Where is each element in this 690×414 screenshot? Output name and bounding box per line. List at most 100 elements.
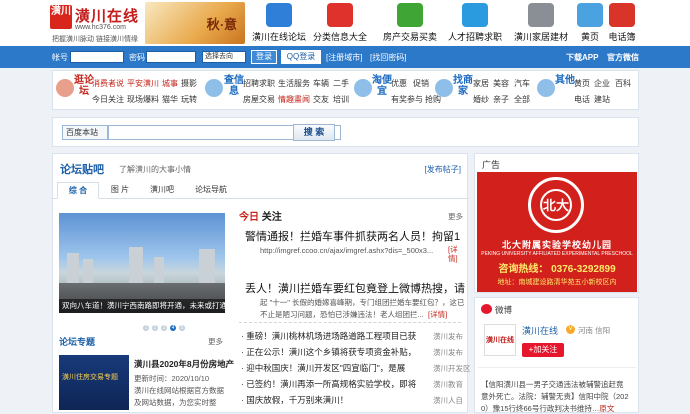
building-shape — [83, 259, 93, 283]
nav-link[interactable]: 今日关注 — [92, 94, 124, 105]
nav-link[interactable]: 情趣畫闻 — [278, 94, 310, 105]
weibo-title: 微博 — [495, 305, 513, 315]
official-wechat-link[interactable]: 官方微信 — [607, 52, 639, 63]
destination-select[interactable]: 选择去向 — [202, 51, 246, 63]
tab-overview[interactable]: 综 合 — [57, 182, 99, 199]
nav-link[interactable]: 猫华 — [162, 94, 178, 105]
news-item[interactable]: · 已签约！潢川再添一所高规格实验学校，即将 — [241, 378, 416, 390]
nav-link[interactable]: 招聘求职 — [243, 78, 275, 89]
nav-link[interactable]: 优惠 — [391, 78, 407, 89]
nav-group-other-title[interactable]: 其他 — [554, 75, 576, 105]
news-source[interactable]: 潢川发布 — [433, 347, 463, 358]
nav-jobs[interactable]: 人才招聘求职 — [448, 0, 502, 46]
news-source[interactable]: 潢川开发区 — [433, 363, 471, 374]
site-logo[interactable]: 潢川 潢川在线 www.hc376.com 把握潢川脉动 链接潢川情缘 — [50, 2, 140, 44]
nav-classifieds[interactable]: 分类信息大全 — [313, 0, 367, 46]
nav-link[interactable]: 二手 — [333, 78, 349, 89]
news-source[interactable]: 潢川发布 — [433, 331, 463, 342]
nav-link[interactable]: 有奖参与 — [391, 94, 423, 105]
carousel-dot[interactable]: 1 — [143, 325, 149, 331]
account-input[interactable] — [70, 51, 124, 63]
nav-link[interactable]: 车辆 — [313, 78, 329, 89]
nav-link[interactable]: 玩转 — [181, 94, 197, 105]
headline-1[interactable]: 警情通报！拦婚车事件抓获两名人员！拘留1 — [245, 228, 460, 244]
nav-link[interactable]: 百科 — [615, 78, 631, 89]
retrieve-password-link[interactable]: [找回密码] — [370, 52, 406, 63]
search-scope-select[interactable]: 百度本站 — [62, 125, 108, 140]
news-item[interactable]: · 重磅！潢川桃林机场进场路道路工程项目已获 — [241, 330, 416, 342]
nav-link[interactable]: 生活服务 — [278, 78, 310, 89]
nav-link[interactable]: 亲子 — [493, 94, 509, 105]
carousel-dot[interactable]: 5 — [179, 325, 185, 331]
nav-home-building[interactable]: 潢川家居建材 — [513, 0, 569, 46]
ad-address: 地址：南城建设路清华苑五小新校区内 — [497, 279, 617, 286]
news-source[interactable]: 潢川教育 — [433, 379, 463, 390]
nav-link[interactable]: 房屋交易 — [243, 94, 275, 105]
nav-link[interactable]: 电话 — [574, 94, 590, 105]
nav-link[interactable]: 交友 — [313, 94, 329, 105]
news-item[interactable]: · 迎中秋国庆！潢川开发区"四宣临门"，是展 — [241, 362, 405, 374]
headline-2-detail-link[interactable]: [详情] — [428, 309, 447, 320]
nav-link[interactable]: 全部 — [514, 94, 530, 105]
download-app-link[interactable]: 下载APP — [566, 52, 598, 63]
tab-forum-nav[interactable]: 论坛导航 — [187, 182, 235, 199]
nav-group-merchants-title[interactable]: 找商家 — [452, 75, 474, 105]
avatar[interactable]: 潢川在线 — [484, 324, 516, 356]
news-item[interactable]: · 国庆放假，千万别来潢川！ — [241, 394, 348, 406]
nav-link[interactable]: 现场爆料 — [127, 94, 159, 105]
carousel-dot-active[interactable]: 4 — [170, 325, 176, 331]
photo-caption[interactable]: 双向八车道！潢川宁西南路即将开通，未来或打通三 — [59, 299, 225, 313]
yellow-page-icon — [577, 3, 603, 27]
tab-huangchuan-bar[interactable]: 潢川吧 — [141, 182, 183, 199]
nav-link[interactable]: 消费者说 — [92, 78, 124, 89]
weibo-original-link[interactable]: 原文 — [599, 404, 614, 413]
login-button[interactable]: 登录 — [251, 50, 277, 64]
tab-photos[interactable]: 图 片 — [99, 182, 141, 199]
news-item[interactable]: · 正在公示！潢川这个乡镇将获专项资金补贴， — [241, 346, 416, 358]
ad-banner[interactable]: 北大 北大附属实验学校幼儿园 PEKING UNIVERSITY AFFILIA… — [477, 172, 637, 292]
nav-forum[interactable]: 潢川在线论坛 — [252, 0, 306, 46]
nav-link[interactable]: 培训 — [333, 94, 349, 105]
headline-1-detail-link[interactable]: [详情] — [448, 245, 467, 263]
featured-photo[interactable]: 双向八车道！潢川宁西南路即将开通，未来或打通三 — [59, 213, 225, 313]
follow-button[interactable]: +加关注 — [522, 343, 564, 357]
post-thread-link[interactable]: [发布帖子] — [425, 164, 461, 175]
carousel-dot[interactable]: 3 — [161, 325, 167, 331]
nav-phonebook[interactable]: 电话簿 — [606, 0, 638, 46]
ad-hotline: 咨询热线： 0376-3292899 — [498, 264, 616, 275]
nav-link[interactable]: 婚纱 — [473, 94, 489, 105]
weibo-feed-line[interactable]: 意外死亡。法院：辅警无责】信阳中院（202 — [481, 391, 633, 402]
nav-link[interactable]: 建站 — [594, 94, 610, 105]
news-source[interactable]: 潢川人自 — [433, 395, 463, 406]
qq-login-button[interactable]: QQ登录 — [281, 50, 321, 64]
topic-headline[interactable]: 潢川县2020年8月份房地产 — [134, 358, 234, 370]
nav-link[interactable]: 城事 — [162, 78, 178, 89]
nav-group-info-title[interactable]: 查信息 — [223, 75, 245, 105]
autumn-banner[interactable]: 秋·意 — [145, 2, 245, 44]
topic-more-link[interactable]: 更多 — [208, 336, 223, 347]
nav-link[interactable]: 汽车 — [514, 78, 530, 89]
register-link[interactable]: [注册域市] — [326, 52, 362, 63]
nav-link[interactable]: 摄影 — [181, 78, 197, 89]
weibo-location: 河南 信阳 — [578, 326, 611, 335]
nav-link[interactable]: 黄页 — [574, 78, 590, 89]
news-divider — [239, 322, 461, 323]
today-more-link[interactable]: 更多 — [448, 211, 463, 222]
headline-2[interactable]: 丢人！潢川拦婚车要红包竟登上微博热搜，请 — [245, 280, 465, 296]
weibo-widget: 微博 潢川在线 潢川在线 V 河南 信阳 +加关注 【信阳潢川县一男子交通违法被… — [474, 297, 639, 413]
search-button[interactable]: 搜 索 — [293, 124, 335, 141]
nav-link[interactable]: 企业 — [594, 78, 610, 89]
weibo-feed-line[interactable]: 0）豫15行终66号行政判决书维持…原文 — [481, 403, 633, 414]
nav-link[interactable]: 家居 — [473, 78, 489, 89]
nav-group-deals-title[interactable]: 淘便宜 — [371, 75, 393, 105]
nav-link[interactable]: 平安潢川 — [127, 78, 159, 89]
nav-link[interactable]: 美容 — [493, 78, 509, 89]
nav-link[interactable]: 促销 — [413, 78, 429, 89]
password-input[interactable] — [146, 51, 196, 63]
weibo-account-name[interactable]: 潢川在线 — [522, 324, 558, 337]
nav-house[interactable]: 房产交易买卖 — [383, 0, 437, 46]
topic-thumbnail[interactable]: 潢川住房交易专题 — [59, 355, 129, 410]
carousel-dot[interactable]: 2 — [152, 325, 158, 331]
nav-yellow-pages[interactable]: 黄页 — [577, 0, 603, 46]
weibo-feed-line[interactable]: 【信阳潢川县一男子交通违法被辅警追赶竟 — [481, 379, 633, 390]
